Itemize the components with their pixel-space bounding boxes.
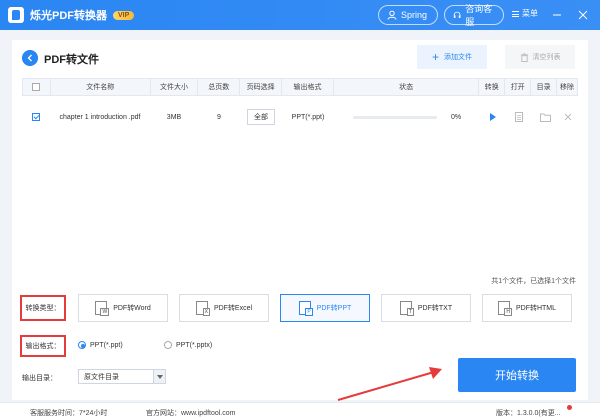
row-checkbox-cell bbox=[22, 106, 50, 128]
menu-button[interactable]: 菜单 bbox=[512, 8, 538, 19]
txt-doc-icon: T bbox=[399, 301, 414, 316]
excel-doc-icon: X bbox=[195, 301, 210, 316]
row-range-cell: 全部 bbox=[240, 106, 282, 128]
folder-icon[interactable] bbox=[539, 113, 551, 122]
add-file-label: 添加文件 bbox=[444, 54, 472, 61]
header-format: 输出格式 bbox=[282, 79, 334, 95]
radio-selected[interactable] bbox=[78, 341, 86, 349]
html-doc-icon: H bbox=[497, 301, 512, 316]
main-panel: PDF转文件 + 添加文件 清空列表 文件名称 文件大小 总页数 页码选择 输出… bbox=[12, 40, 588, 400]
type-button-html[interactable]: H PDF转HTML bbox=[482, 294, 572, 322]
headset-icon bbox=[453, 11, 461, 18]
app-title: 烁光PDF转换器 bbox=[30, 10, 107, 22]
output-dir-select[interactable]: 原文件目录 bbox=[78, 369, 166, 384]
output-format-label: 输出格式： bbox=[20, 335, 66, 357]
trash-icon bbox=[520, 52, 528, 62]
start-convert-button[interactable]: 开始转换 bbox=[458, 358, 576, 392]
type-button-word[interactable]: W PDF转Word bbox=[78, 294, 168, 322]
clear-list-button[interactable]: 清空列表 bbox=[505, 45, 575, 69]
type-button-excel[interactable]: X PDF转Excel bbox=[179, 294, 269, 322]
select-all-cell bbox=[23, 79, 51, 95]
close-icon[interactable] bbox=[577, 9, 589, 21]
format-label-ppt: PPT(*.ppt) bbox=[90, 341, 123, 349]
add-file-button[interactable]: + 添加文件 bbox=[417, 45, 487, 69]
vip-badge[interactable]: VIP bbox=[113, 10, 135, 20]
minimize-icon[interactable] bbox=[551, 9, 563, 21]
format-label-pptx: PPT(*.pptx) bbox=[176, 341, 213, 349]
header-range: 页码选择 bbox=[240, 79, 283, 95]
row-remove-cell bbox=[558, 106, 578, 128]
type-label-html: PDF转HTML bbox=[515, 305, 557, 312]
output-format-text: 输出格式： bbox=[25, 343, 61, 350]
header-convert: 转换 bbox=[479, 79, 506, 95]
chevron-down-icon bbox=[153, 370, 165, 383]
plus-icon: + bbox=[431, 50, 439, 64]
row-dir-cell bbox=[532, 106, 558, 128]
row-file-name: chapter 1 introduction .pdf bbox=[59, 113, 141, 121]
output-dir-label: 输出目录： bbox=[22, 375, 57, 382]
type-label-txt: PDF转TXT bbox=[417, 305, 453, 312]
website-link[interactable]: 官方网站：www.ipdftool.com bbox=[146, 408, 235, 418]
select-all-checkbox[interactable] bbox=[32, 83, 41, 91]
title-bar: 烁光PDF转换器 VIP Spring 咨询客服 菜单 bbox=[0, 0, 600, 30]
service-hours: 客服服务时间：7*24小时 bbox=[30, 410, 108, 417]
progress-bar bbox=[352, 115, 437, 119]
red-arrow-annotation-icon bbox=[337, 367, 442, 401]
page-title: PDF转文件 bbox=[44, 54, 99, 66]
header-open: 打开 bbox=[505, 79, 532, 95]
row-open-cell bbox=[506, 106, 532, 128]
user-name: Spring bbox=[401, 10, 428, 20]
user-account-button[interactable]: Spring bbox=[378, 5, 438, 25]
hamburger-icon bbox=[512, 10, 519, 17]
conversion-type-text: 转换类型： bbox=[25, 305, 61, 312]
ppt-doc-icon: P bbox=[298, 301, 313, 316]
user-icon bbox=[387, 10, 397, 20]
menu-label: 菜单 bbox=[522, 9, 538, 18]
progress-text: 0% bbox=[450, 113, 462, 121]
type-label-word: PDF转Word bbox=[113, 305, 151, 312]
play-icon[interactable] bbox=[490, 113, 496, 121]
row-convert-cell bbox=[480, 106, 506, 128]
type-button-ppt[interactable]: P PDF转PPT bbox=[280, 294, 370, 322]
type-button-txt[interactable]: T PDF转TXT bbox=[381, 294, 471, 322]
version-info[interactable]: 版本：1.3.0.0(有更... bbox=[496, 408, 561, 418]
back-arrow-icon[interactable] bbox=[22, 50, 38, 66]
clear-list-label: 清空列表 bbox=[532, 54, 561, 61]
open-file-icon[interactable] bbox=[515, 112, 523, 122]
format-radio-pptx[interactable]: PPT(*.pptx) bbox=[164, 341, 212, 349]
row-file-size: 3MB bbox=[166, 113, 182, 121]
conversion-type-label: 转换类型： bbox=[20, 295, 66, 321]
row-page-count: 9 bbox=[217, 113, 221, 121]
header-status: 状态 bbox=[334, 79, 480, 95]
update-dot bbox=[567, 405, 572, 410]
row-checkbox[interactable] bbox=[32, 113, 40, 121]
header-dir: 目录 bbox=[531, 79, 558, 95]
radio-unselected[interactable] bbox=[164, 341, 172, 349]
status-bar: 客服服务时间：7*24小时 官方网站：www.ipdftool.com 版本：1… bbox=[0, 402, 600, 420]
header-remove: 移除 bbox=[560, 84, 575, 91]
row-output-format: PPT(*.ppt) bbox=[291, 113, 325, 121]
type-label-excel: PDF转Excel bbox=[213, 305, 253, 312]
table-row[interactable]: chapter 1 introduction .pdf 3MB 9 全部 PPT… bbox=[22, 106, 578, 128]
file-table-header: 文件名称 文件大小 总页数 页码选择 输出格式 状态 转换 打开 目录 移除 bbox=[22, 78, 578, 96]
word-doc-icon: W bbox=[95, 301, 110, 316]
app-logo-icon bbox=[8, 7, 24, 23]
format-radio-ppt[interactable]: PPT(*.ppt) bbox=[78, 341, 123, 349]
type-label-ppt: PDF转PPT bbox=[316, 305, 352, 312]
remove-icon[interactable] bbox=[564, 113, 572, 121]
header-name: 文件名称 bbox=[51, 79, 151, 95]
output-dir-value: 原文件目录 bbox=[84, 373, 119, 381]
header-pages: 总页数 bbox=[198, 79, 241, 95]
support-label: 咨询客服 bbox=[465, 4, 493, 27]
customer-support-button[interactable]: 咨询客服 bbox=[444, 4, 504, 27]
row-status: 0% bbox=[334, 106, 480, 128]
file-count-summary: 共1个文件，已选择1个文件 bbox=[491, 278, 576, 285]
page-range-button[interactable]: 全部 bbox=[247, 109, 275, 125]
header-size: 文件大小 bbox=[151, 79, 199, 95]
